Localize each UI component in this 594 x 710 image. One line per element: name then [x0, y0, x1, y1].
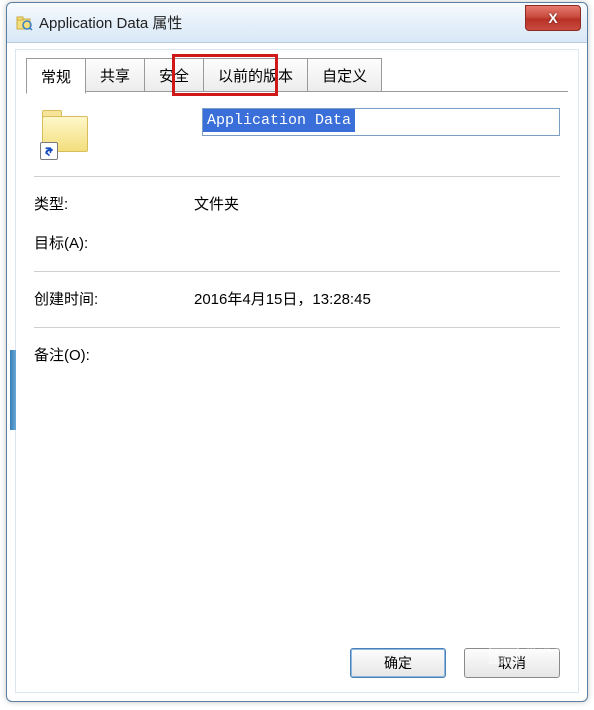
button-label: 取消 — [498, 653, 526, 673]
type-value: 文件夹 — [194, 193, 239, 214]
tab-underline — [26, 91, 568, 92]
name-input-value: Application Data — [203, 109, 355, 132]
created-value: 2016年4月15日，13:28:45 — [194, 288, 371, 309]
tab-label: 安全 — [159, 65, 189, 86]
created-label: 创建时间: — [34, 288, 194, 309]
window-border-accent — [10, 350, 16, 430]
window-title: Application Data 属性 — [39, 12, 182, 33]
shortcut-overlay-icon — [40, 142, 58, 160]
dialog-buttons: 确定 取消 — [350, 648, 560, 678]
properties-dialog: Application Data 属性 X 常规 共享 安全 以前的版本 自定义 — [6, 2, 588, 702]
titlebar[interactable]: Application Data 属性 X — [7, 3, 587, 43]
tab-security[interactable]: 安全 — [144, 58, 204, 92]
ok-button[interactable]: 确定 — [350, 648, 446, 678]
tab-content-general: Application Data 类型: 文件夹 目标(A): 创建时间: 20… — [34, 108, 560, 636]
tab-label: 共享 — [100, 65, 130, 86]
divider — [34, 271, 560, 272]
folder-shortcut-icon — [40, 108, 92, 160]
type-row: 类型: 文件夹 — [34, 193, 560, 214]
client-area: 常规 共享 安全 以前的版本 自定义 — [15, 49, 579, 693]
tab-strip: 常规 共享 安全 以前的版本 自定义 — [26, 58, 381, 92]
name-row: Application Data — [34, 108, 560, 160]
tab-label: 以前的版本 — [218, 65, 293, 86]
divider — [34, 327, 560, 328]
button-label: 确定 — [384, 653, 412, 673]
close-icon: X — [548, 10, 557, 26]
tab-label: 常规 — [41, 66, 71, 87]
comment-label: 备注(O): — [34, 344, 194, 365]
created-row: 创建时间: 2016年4月15日，13:28:45 — [34, 288, 560, 309]
type-label: 类型: — [34, 193, 194, 214]
window-icon — [15, 14, 33, 32]
target-label: 目标(A): — [34, 232, 194, 253]
close-button[interactable]: X — [525, 5, 581, 31]
tab-sharing[interactable]: 共享 — [85, 58, 145, 92]
name-input[interactable]: Application Data — [202, 108, 560, 136]
tab-general[interactable]: 常规 — [26, 58, 86, 94]
name-field-wrapper: Application Data — [202, 108, 560, 136]
tab-customize[interactable]: 自定义 — [307, 58, 382, 92]
tab-label: 自定义 — [322, 65, 367, 86]
target-row: 目标(A): — [34, 232, 560, 253]
divider — [34, 176, 560, 177]
cancel-button[interactable]: 取消 — [464, 648, 560, 678]
tab-previous-versions[interactable]: 以前的版本 — [203, 58, 308, 92]
comment-row: 备注(O): — [34, 344, 560, 365]
